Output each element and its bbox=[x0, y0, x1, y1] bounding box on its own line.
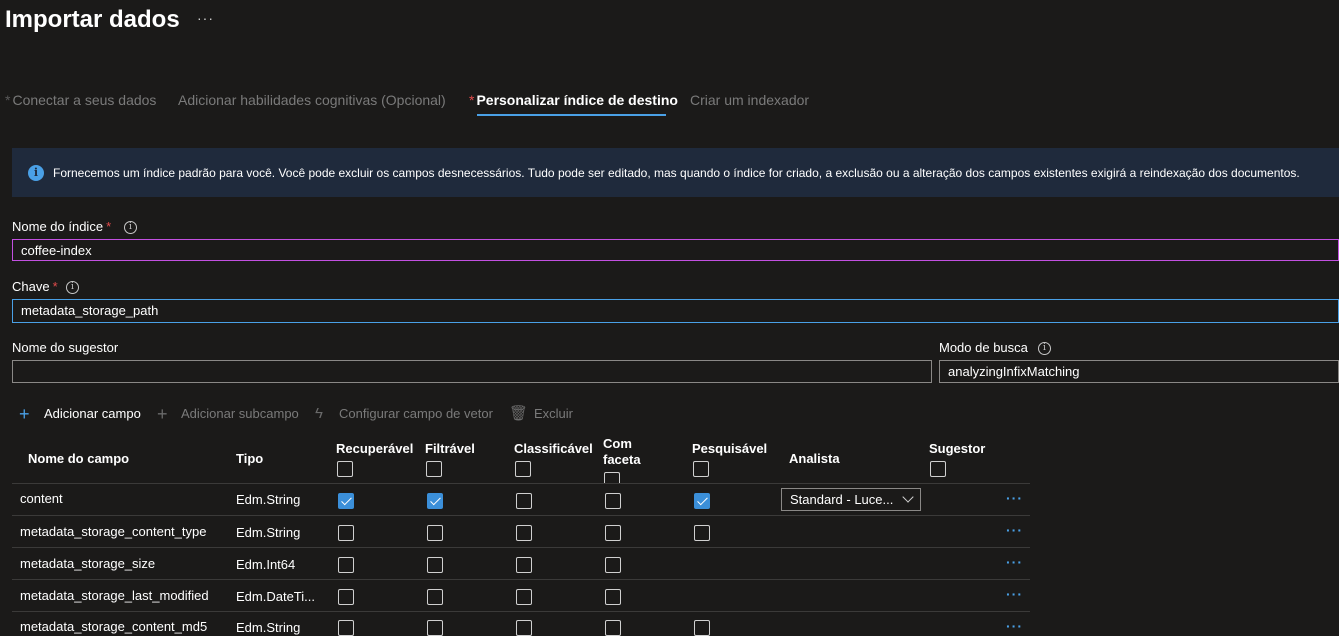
sortable-checkbox[interactable] bbox=[516, 620, 532, 636]
configure-vector-field-button[interactable]: Configurar campo de vetor bbox=[339, 406, 493, 421]
sortable-checkbox[interactable] bbox=[516, 493, 532, 509]
step-label: Criar um indexador bbox=[690, 92, 810, 108]
retrievable-checkbox[interactable] bbox=[338, 620, 354, 636]
suggester-name-input[interactable] bbox=[12, 360, 932, 383]
column-header-type: Tipo bbox=[236, 451, 264, 466]
row-more-icon[interactable]: ··· bbox=[1006, 618, 1023, 634]
step-label: Personalizar índice de destino bbox=[476, 92, 678, 108]
column-header-sortable: Classificável bbox=[514, 441, 593, 456]
field-name[interactable]: metadata_storage_content_type bbox=[20, 524, 206, 539]
searchable-checkbox[interactable] bbox=[694, 620, 710, 636]
row-more-icon[interactable]: ··· bbox=[1006, 490, 1023, 506]
key-label: Chave * bbox=[12, 279, 58, 294]
retrievable-checkbox[interactable] bbox=[338, 557, 354, 573]
sortable-checkbox[interactable] bbox=[516, 525, 532, 541]
add-icon: + bbox=[19, 404, 30, 424]
sortable-checkbox[interactable] bbox=[516, 589, 532, 605]
facetable-checkbox[interactable] bbox=[605, 525, 621, 541]
field-name[interactable]: metadata_storage_size bbox=[20, 556, 155, 571]
retrievable-checkbox[interactable] bbox=[338, 525, 354, 541]
filterable-checkbox[interactable] bbox=[427, 493, 443, 509]
step-connect-data[interactable]: * Conectar a seus dados bbox=[5, 92, 156, 108]
index-name-info-icon[interactable]: i bbox=[124, 221, 137, 234]
step-label: Adicionar habilidades cognitivas (Opcion… bbox=[178, 92, 446, 108]
select-all-suggester-checkbox[interactable] bbox=[930, 461, 946, 477]
row-divider bbox=[12, 483, 1030, 484]
column-header-searchable: Pesquisável bbox=[692, 441, 768, 456]
row-more-icon[interactable]: ··· bbox=[1006, 554, 1023, 570]
sortable-checkbox[interactable] bbox=[516, 557, 532, 573]
searchable-checkbox[interactable] bbox=[694, 493, 710, 509]
row-divider bbox=[12, 611, 1030, 612]
search-mode-label: Modo de busca bbox=[939, 340, 1028, 355]
key-info-icon[interactable]: i bbox=[66, 281, 79, 294]
retrievable-checkbox[interactable] bbox=[338, 493, 354, 509]
step-customize-index[interactable]: * Personalizar índice de destino bbox=[469, 92, 678, 108]
filterable-checkbox[interactable] bbox=[427, 525, 443, 541]
analyzer-value: Standard - Luce... bbox=[790, 492, 894, 507]
row-more-icon[interactable]: ··· bbox=[1006, 522, 1023, 538]
analyzer-select[interactable]: Standard - Luce... bbox=[781, 488, 921, 511]
select-all-searchable-checkbox[interactable] bbox=[693, 461, 709, 477]
row-divider bbox=[12, 515, 1030, 516]
facetable-checkbox[interactable] bbox=[605, 493, 621, 509]
field-name[interactable]: content bbox=[20, 491, 63, 506]
filterable-checkbox[interactable] bbox=[427, 620, 443, 636]
delete-button[interactable]: Excluir bbox=[534, 406, 573, 421]
searchable-checkbox[interactable] bbox=[694, 525, 710, 541]
retrievable-checkbox[interactable] bbox=[338, 589, 354, 605]
step-add-skills[interactable]: Adicionar habilidades cognitivas (Opcion… bbox=[178, 92, 446, 108]
step-create-indexer[interactable]: Criar um indexador bbox=[690, 92, 809, 108]
facetable-checkbox[interactable] bbox=[605, 557, 621, 573]
step-label: Conectar a seus dados bbox=[12, 92, 157, 108]
key-select[interactable]: metadata_storage_path bbox=[12, 299, 1339, 323]
column-header-analyzer: Analista bbox=[789, 451, 840, 466]
select-all-sortable-checkbox[interactable] bbox=[515, 461, 531, 477]
column-header-suggester: Sugestor bbox=[929, 441, 986, 456]
index-name-label: Nome do índice * bbox=[12, 219, 112, 234]
select-all-filterable-checkbox[interactable] bbox=[426, 461, 442, 477]
field-type: Edm.String bbox=[236, 620, 301, 635]
add-field-button[interactable]: Adicionar campo bbox=[44, 406, 141, 421]
wizard-steps: * Conectar a seus dados Adicionar habilid… bbox=[0, 88, 900, 118]
field-type: Edm.String bbox=[236, 492, 301, 507]
field-name[interactable]: metadata_storage_last_modified bbox=[20, 588, 209, 603]
add-subfield-button[interactable]: Adicionar subcampo bbox=[181, 406, 299, 421]
select-all-retrievable-checkbox[interactable] bbox=[337, 461, 353, 477]
column-header-filterable: Filtrável bbox=[425, 441, 475, 456]
add-subfield-icon: + bbox=[157, 404, 168, 424]
facetable-checkbox[interactable] bbox=[605, 589, 621, 605]
field-type: Edm.DateTi... bbox=[236, 589, 315, 604]
row-divider bbox=[12, 547, 1030, 548]
facetable-checkbox[interactable] bbox=[605, 620, 621, 636]
trash-icon: 🗑 bbox=[509, 405, 529, 422]
info-icon: i bbox=[28, 165, 44, 181]
row-more-icon[interactable]: ··· bbox=[1006, 586, 1023, 602]
lightning-icon: ϟ bbox=[315, 405, 323, 422]
field-type: Edm.Int64 bbox=[236, 557, 296, 572]
required-mark: * bbox=[5, 92, 11, 108]
required-mark: * bbox=[469, 92, 475, 108]
suggester-name-label: Nome do sugestor bbox=[12, 340, 119, 355]
field-type: Edm.String bbox=[236, 525, 301, 540]
column-header-name: Nome do campo bbox=[28, 451, 130, 466]
filterable-checkbox[interactable] bbox=[427, 589, 443, 605]
more-options-icon[interactable]: ··· bbox=[197, 10, 214, 26]
chevron-down-icon bbox=[902, 491, 914, 503]
search-mode-info-icon[interactable]: i bbox=[1038, 342, 1051, 355]
filterable-checkbox[interactable] bbox=[427, 557, 443, 573]
column-header-facetable: Com faceta bbox=[603, 436, 641, 467]
row-divider bbox=[12, 579, 1030, 580]
banner-text: Fornecemos um índice padrão para você. V… bbox=[53, 166, 1300, 180]
index-name-input[interactable]: coffee-index bbox=[12, 239, 1339, 261]
column-header-retrievable: Recuperável bbox=[336, 441, 414, 456]
active-step-indicator bbox=[477, 114, 666, 116]
field-name[interactable]: metadata_storage_content_md5 bbox=[20, 619, 207, 634]
info-banner: i Fornecemos um índice padrão para você.… bbox=[12, 148, 1339, 197]
search-mode-select[interactable]: analyzingInfixMatching bbox=[939, 360, 1339, 383]
page-title: Importar dados bbox=[5, 6, 180, 33]
